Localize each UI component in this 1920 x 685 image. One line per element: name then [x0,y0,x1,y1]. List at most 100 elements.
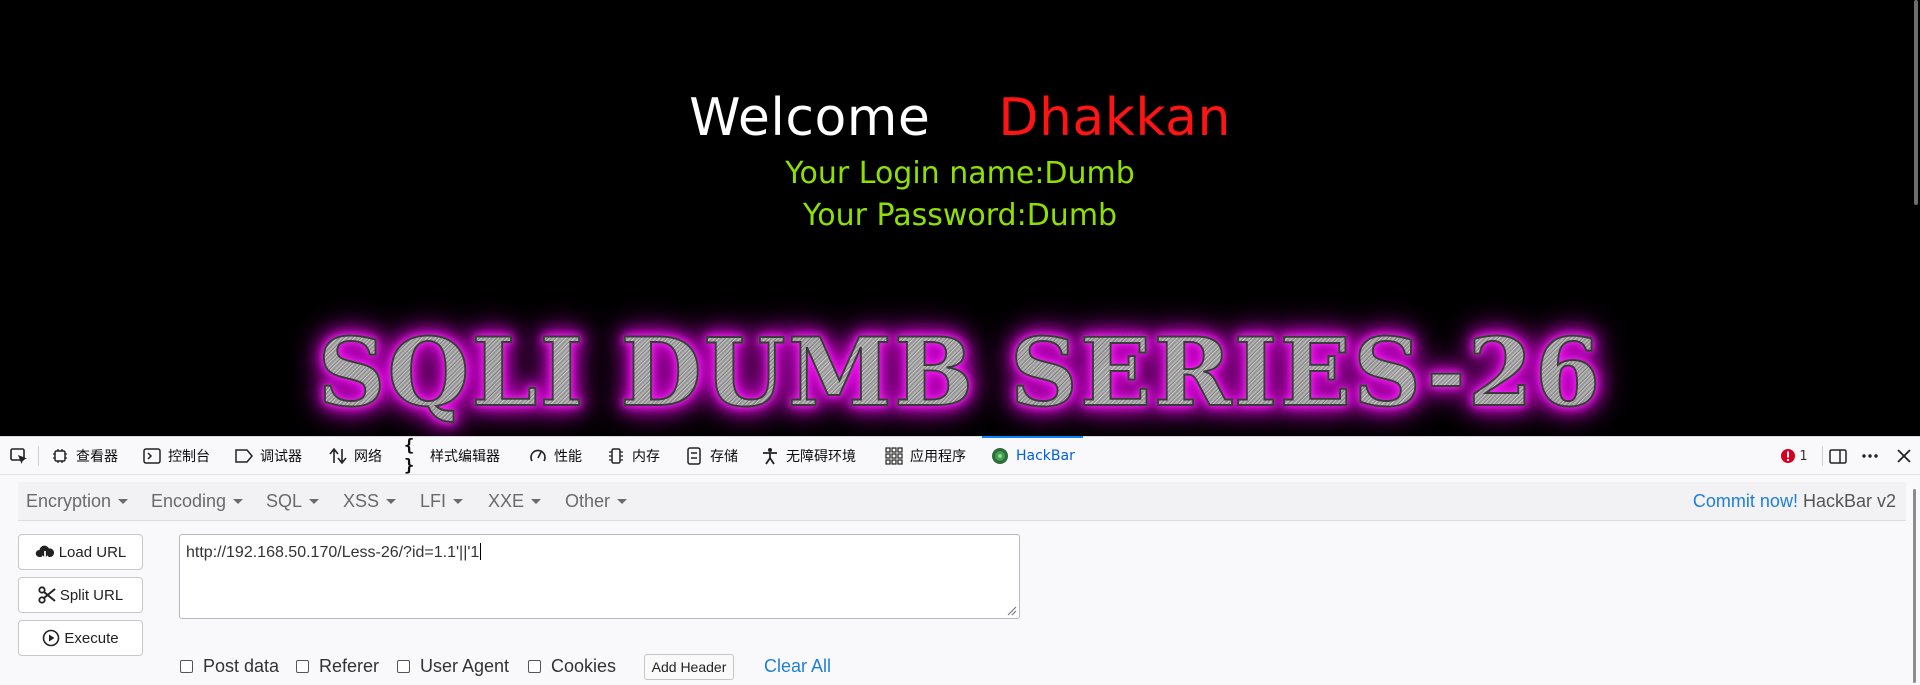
execute-button[interactable]: Execute [18,620,143,656]
option-referer[interactable]: Referer [296,655,379,677]
hackbar-version: HackBar v2 [1802,490,1896,511]
tab-application[interactable]: 应用程序 [884,437,966,474]
menu-xss[interactable]: XSS [343,482,397,520]
menu-label: XXE [488,490,525,511]
referer-checkbox[interactable] [296,659,309,673]
menu-other[interactable]: Other [565,482,628,520]
devtools-panel: 查看器 控制台 调试器 网络 { } 样式编辑器 性能 内存 存储 无障碍环境 … [0,436,1920,685]
caret-down-icon [118,498,129,504]
caret-down-icon [617,498,628,504]
url-text: http://192.168.50.170/Less-26/?id=1.1'||… [186,544,480,561]
console-icon [142,446,162,466]
tab-label: 查看器 [76,448,118,465]
menu-encoding[interactable]: Encoding [151,482,244,520]
page-viewport: Welcome Dhakkan Your Login name:Dumb Your… [0,0,1920,436]
menu-lfi[interactable]: LFI [420,482,464,520]
tab-storage[interactable]: 存储 [684,437,738,474]
tab-performance[interactable]: 性能 [528,437,582,474]
caret-down-icon [453,498,464,504]
menu-encryption[interactable]: Encryption [26,482,129,520]
tab-inspector[interactable]: 查看器 [50,437,118,474]
post-data-checkbox[interactable] [180,659,193,673]
tab-label: 内存 [632,448,660,465]
menu-label: Other [565,490,611,511]
devtools-toolbar: 查看器 控制台 调试器 网络 { } 样式编辑器 性能 内存 存储 无障碍环境 … [0,435,1920,476]
hackbar-icon [990,446,1010,466]
inspector-icon [50,446,70,466]
menu-label: LFI [420,490,447,511]
menu-label: XSS [343,490,380,511]
load-url-button[interactable]: Load URL [18,534,143,570]
tab-label: 调试器 [260,448,302,465]
more-options-icon[interactable] [1859,445,1881,467]
series-banner: SQLI DUMB SERIES-26 [0,317,1920,429]
style-editor-icon: { } [404,435,415,476]
menu-label: SQL [266,490,303,511]
password-line: Your Password:Dumb [802,198,1118,233]
tab-accessibility[interactable]: 无障碍环境 [760,437,856,474]
tab-label: 网络 [354,448,382,465]
user-name-text: Dhakkan [998,88,1231,148]
error-icon [1781,449,1796,463]
split-url-button[interactable]: Split URL [18,577,143,613]
tab-memory[interactable]: 内存 [606,437,660,474]
add-header-button[interactable]: Add Header [644,654,734,680]
welcome-heading: Welcome Dhakkan [0,86,1920,150]
commit-now-link[interactable]: Commit now! [1693,491,1798,512]
tab-style-editor[interactable]: { } 样式编辑器 [404,435,500,476]
caret-down-icon [386,498,397,504]
tab-label: 应用程序 [910,448,966,465]
accessibility-icon [760,446,780,466]
storage-icon [684,446,704,466]
welcome-text: Welcome [689,88,931,148]
user-agent-checkbox[interactable] [397,659,410,673]
caret-down-icon [233,498,244,504]
menu-label: Encoding [151,490,227,511]
hackbar-menubar: Encryption Encoding SQL XSS LFI XXE Othe… [18,482,1906,521]
menu-sql[interactable]: SQL [266,482,320,520]
option-label: Cookies [551,655,617,676]
cookies-checkbox[interactable] [528,659,541,673]
tab-label: 性能 [554,448,582,465]
close-devtools-icon[interactable] [1893,445,1915,467]
option-user-agent[interactable]: User Agent [397,655,509,677]
clear-all-link[interactable]: Clear All [764,655,831,677]
commit-area: Commit now! HackBar v2 [1693,482,1896,520]
resize-handle-icon[interactable] [1005,604,1017,616]
page-scrollbar[interactable] [1914,0,1918,205]
caret-down-icon [309,498,320,504]
caret-down-icon [531,498,542,504]
hackbar-scrollbar[interactable] [1913,489,1916,683]
option-post-data[interactable]: Post data [180,655,279,677]
error-count-badge[interactable]: 1 [1776,445,1812,467]
network-icon [328,446,348,466]
menu-xxe[interactable]: XXE [488,482,542,520]
option-label: Referer [319,655,380,676]
tab-label: HackBar [1016,447,1075,464]
element-picker-icon[interactable] [8,445,30,467]
button-label: Load URL [58,543,127,561]
performance-icon [528,446,548,466]
login-name-line: Your Login name:Dumb [785,156,1135,191]
cloud-download-icon [35,544,55,560]
option-cookies[interactable]: Cookies [528,655,616,677]
tab-hackbar[interactable]: HackBar [982,436,1083,474]
debugger-icon [234,446,254,466]
dock-side-icon[interactable] [1827,445,1849,467]
button-label: Execute [64,629,119,647]
tab-console[interactable]: 控制台 [142,437,210,474]
tab-label: 控制台 [168,448,210,465]
option-label: User Agent [420,655,510,676]
error-count: 1 [1799,448,1808,464]
tab-network[interactable]: 网络 [328,437,382,474]
application-icon [884,446,904,466]
option-label: Post data [203,655,280,676]
tab-label: 存储 [710,448,738,465]
tab-debugger[interactable]: 调试器 [234,437,302,474]
button-label: Split URL [59,586,124,604]
url-textarea[interactable]: http://192.168.50.170/Less-26/?id=1.1'||… [179,534,1020,619]
memory-icon [606,446,626,466]
menu-label: Encryption [26,490,112,511]
play-circle-icon [42,629,60,647]
scissors-icon [38,586,56,604]
